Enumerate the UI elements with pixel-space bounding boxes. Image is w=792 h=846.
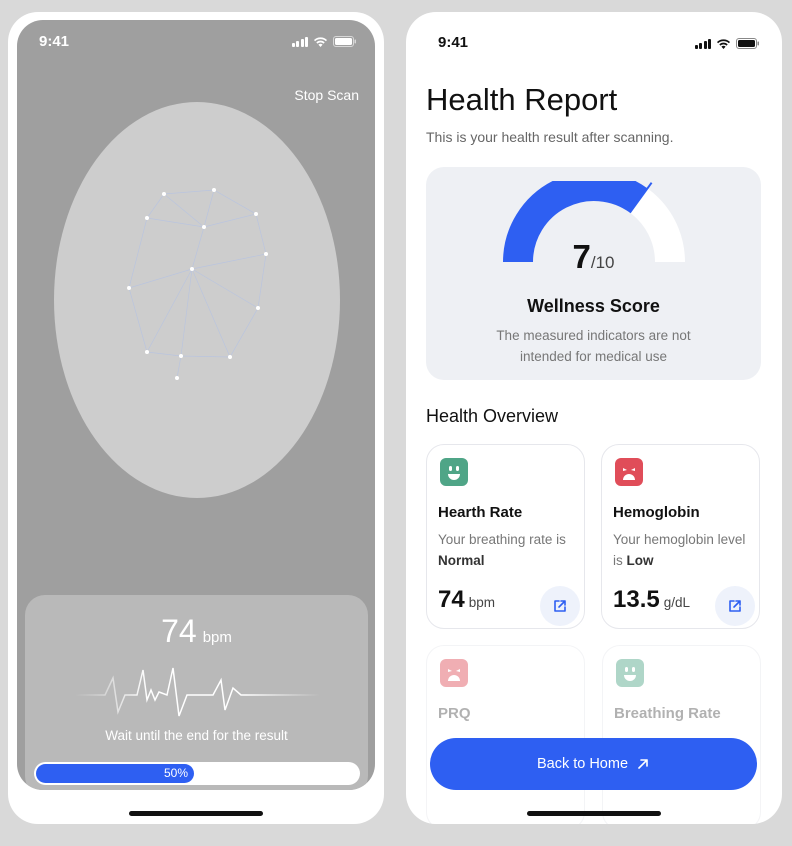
- happy-face-icon: [440, 458, 468, 486]
- signal-icon: [694, 38, 711, 49]
- bpm-unit: bpm: [202, 629, 232, 646]
- status-bar: 9:41: [17, 20, 375, 64]
- metric-title: PRQ: [438, 705, 471, 722]
- back-to-home-button[interactable]: Back to Home: [430, 738, 757, 790]
- metric-status: Normal: [438, 553, 485, 568]
- status-time: 9:41: [438, 34, 469, 51]
- battery-icon: [333, 36, 357, 47]
- home-indicator: [527, 811, 661, 816]
- report-phone: 9:41 Health Report This is your health r…: [406, 12, 782, 824]
- wifi-icon: [716, 38, 731, 49]
- ecg-wave-icon: [75, 667, 320, 717]
- scan-screen: 9:41 Stop Scan 74 bpm Wait until the end…: [17, 20, 375, 790]
- metric-title: Hearth Rate: [438, 504, 523, 521]
- metric-title: Hemoglobin: [613, 504, 700, 521]
- open-details-button[interactable]: [715, 586, 755, 626]
- status-bar: 9:41: [406, 12, 782, 56]
- metric-unit: g/dL: [663, 595, 690, 610]
- metric-card-hemoglobin[interactable]: Hemoglobin Your hemoglobin level is Low …: [601, 444, 760, 629]
- wait-message: Wait until the end for the result: [105, 728, 288, 743]
- metric-description: Your breathing rate is: [438, 532, 566, 547]
- scan-progress-bar: 50%: [34, 762, 360, 785]
- metric-status: Low: [626, 553, 654, 568]
- page-subtitle: This is your health result after scannin…: [426, 129, 674, 145]
- scan-phone: 9:41 Stop Scan 74 bpm Wait until the end…: [8, 12, 384, 824]
- back-button-label: Back to Home: [536, 756, 629, 772]
- scan-progress-fill: 50%: [36, 764, 194, 783]
- external-link-icon: [554, 600, 566, 612]
- score-disclaimer: The measured indicators are not intended…: [496, 328, 691, 364]
- happy-face-icon: [616, 659, 644, 687]
- metric-title: Breathing Rate: [614, 705, 721, 722]
- section-title: Health Overview: [426, 406, 559, 426]
- metric-card-heart-rate[interactable]: Hearth Rate Your breathing rate is Normal…: [426, 444, 585, 629]
- metric-value: 13.5: [613, 586, 660, 613]
- page-title: Health Report: [426, 82, 618, 117]
- external-link-icon: [729, 600, 741, 612]
- heart-rate-card: 74 bpm Wait until the end for the result …: [25, 595, 368, 790]
- status-time: 9:41: [39, 33, 70, 50]
- open-details-button[interactable]: [540, 586, 580, 626]
- metric-value: 74: [438, 586, 465, 613]
- score-max: /10: [590, 253, 615, 272]
- bpm-value: 74: [161, 613, 197, 649]
- arrow-up-right-icon: [638, 759, 648, 769]
- score-value: 7: [572, 238, 591, 275]
- signal-icon: [291, 36, 308, 47]
- home-indicator: [129, 811, 263, 816]
- stop-scan-button[interactable]: Stop Scan: [294, 87, 359, 103]
- metric-card-breathing-rate[interactable]: Breathing Rate: [602, 645, 761, 824]
- face-mesh-icon: [127, 188, 268, 380]
- metric-unit: bpm: [468, 595, 495, 610]
- wifi-icon: [313, 36, 328, 47]
- wellness-score-card: 7/10 Wellness Score The measured indicat…: [426, 167, 761, 380]
- metric-card-prq[interactable]: PRQ: [426, 645, 585, 824]
- sad-face-icon: [615, 458, 643, 486]
- battery-icon: [736, 38, 760, 49]
- sad-face-icon: [440, 659, 468, 687]
- score-label: Wellness Score: [527, 296, 660, 316]
